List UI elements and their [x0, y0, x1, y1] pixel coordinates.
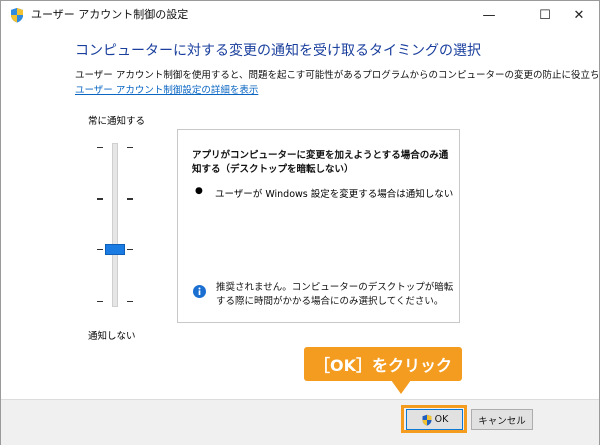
callout-pointer — [391, 380, 411, 394]
slider-tick — [127, 147, 133, 148]
panel-info-text: 推奨されません。コンピューターのデスクトップが暗転する際に時間がかかる場合にのみ… — [216, 282, 454, 307]
slider-bottom-label: 通知しない — [88, 331, 136, 342]
panel-bullet-text: ユーザーが Windows 設定を変更する場合は通知しない — [215, 189, 454, 200]
level-description-panel: アプリがコンピューターに変更を加えようとする場合のみ通知する（デスクトップを暗転… — [177, 129, 460, 323]
uac-shield-icon — [422, 414, 432, 426]
slider-tick — [97, 198, 103, 200]
uac-shield-icon — [11, 8, 23, 23]
slider-track[interactable] — [112, 143, 118, 307]
minimize-button[interactable]: — — [467, 1, 511, 29]
description-text: ユーザー アカウント制御を使用すると、問題を起こす可能性があるプログラムからのコ… — [75, 70, 600, 81]
bullet-dot: ● — [195, 186, 203, 196]
slider-tick — [127, 301, 133, 302]
slider-tick — [97, 301, 103, 302]
slider-tick — [97, 147, 103, 148]
slider-top-label: 常に通知する — [88, 116, 146, 127]
ok-button[interactable]: OK — [406, 409, 463, 430]
page-heading: コンピューターに対する変更の通知を受け取るタイミングの選択 — [75, 43, 481, 59]
title-bar[interactable]: ユーザー アカウント制御の設定 — ☐ ✕ — [1, 1, 599, 29]
slider-tick — [127, 249, 133, 250]
notification-level-slider[interactable] — [91, 139, 141, 311]
details-link[interactable]: ユーザー アカウント制御設定の詳細を表示 — [75, 84, 258, 97]
slider-thumb[interactable] — [105, 244, 125, 255]
click-ok-callout: ［OK］をクリック — [304, 347, 462, 381]
ok-button-label: OK — [434, 414, 449, 425]
panel-title: アプリがコンピューターに変更を加えようとする場合のみ通知する（デスクトップを暗転… — [192, 150, 449, 175]
uac-settings-window: ユーザー アカウント制御の設定 — ☐ ✕ コンピューターに対する変更の通知を受… — [0, 0, 600, 445]
cancel-button[interactable]: キャンセル — [471, 409, 533, 430]
info-icon — [193, 285, 206, 298]
slider-tick — [127, 198, 133, 200]
close-button[interactable]: ✕ — [557, 1, 600, 29]
window-title: ユーザー アカウント制御の設定 — [31, 8, 189, 21]
slider-tick — [97, 249, 103, 250]
